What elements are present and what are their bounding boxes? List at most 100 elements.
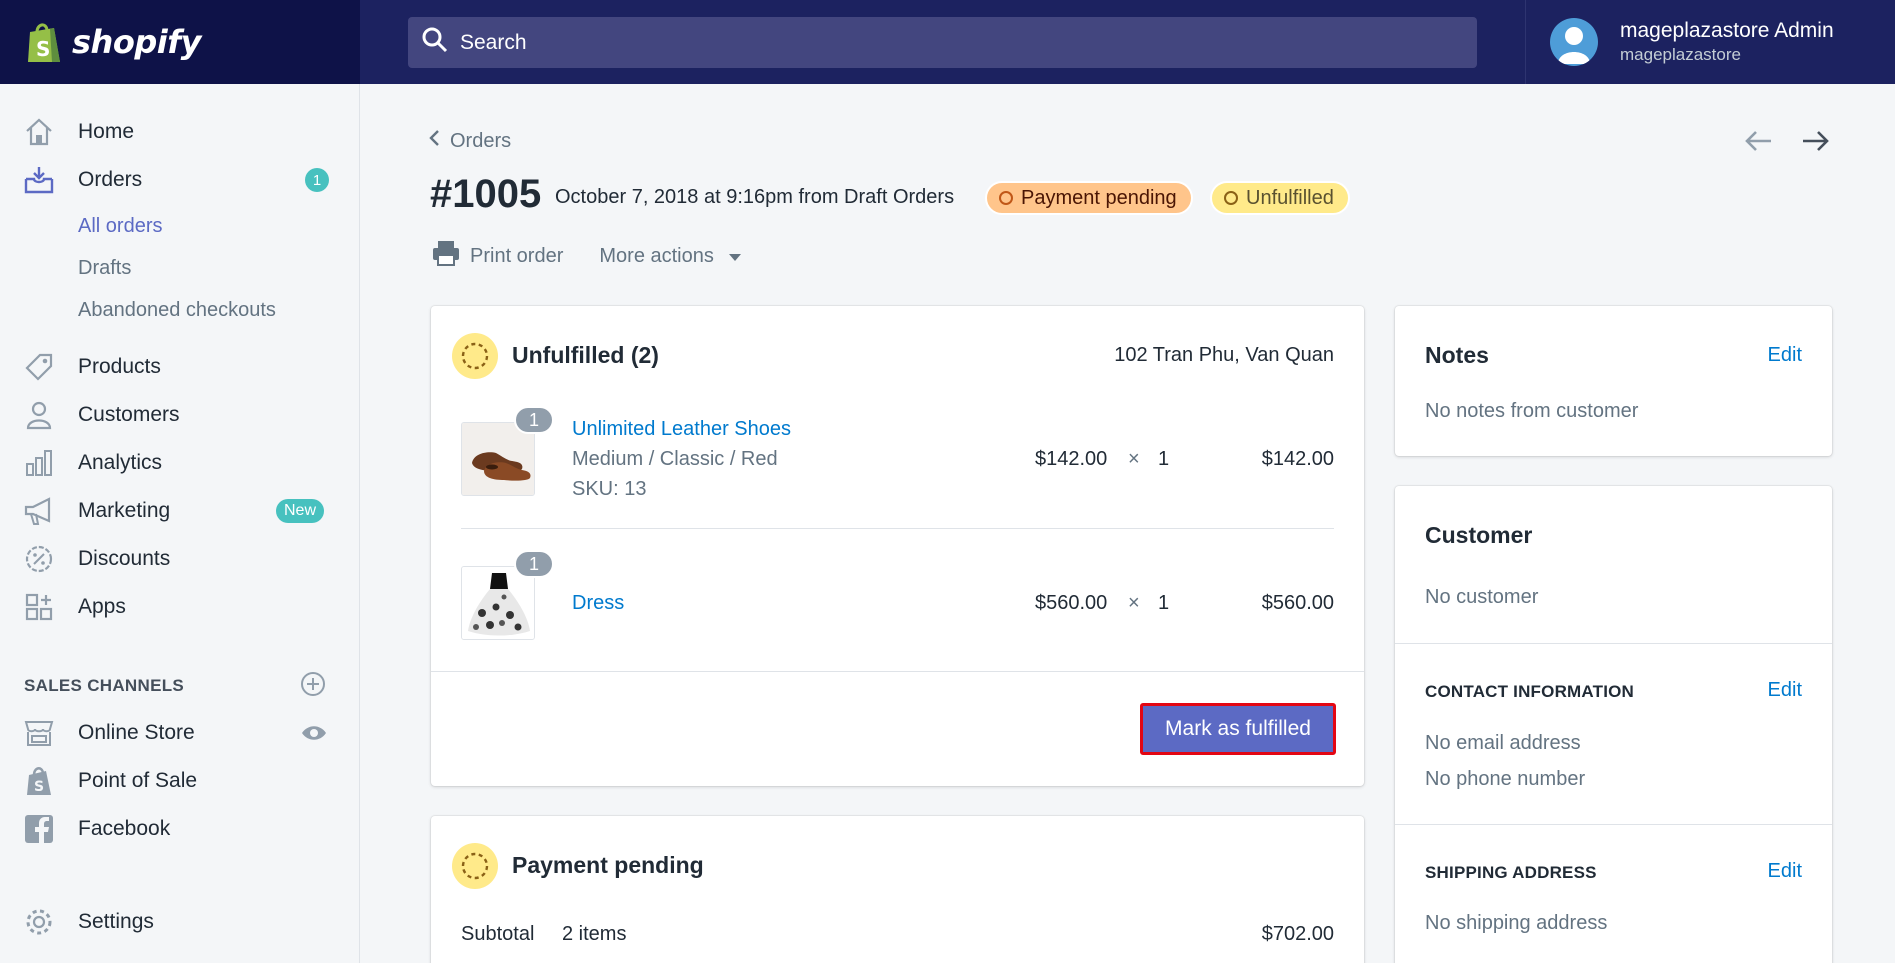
shopify-bag-icon: S (24, 20, 64, 64)
quantity-badge: 1 (514, 550, 554, 578)
sidebar-item-discounts[interactable]: Discounts (0, 539, 360, 579)
sidebar-item-home[interactable]: Home (0, 112, 360, 152)
sidebar-subitem-drafts[interactable]: Drafts (0, 248, 360, 288)
sidebar-item-label: Orders (78, 168, 143, 191)
payment-status-label: Payment pending (1021, 186, 1177, 209)
fulfillment-address: 102 Tran Phu, Van Quan (1114, 344, 1334, 366)
notes-edit-link[interactable]: Edit (1768, 344, 1802, 367)
payment-title: Payment pending (512, 852, 704, 878)
sidebar-subitem-all-orders[interactable]: All orders (0, 206, 360, 246)
customer-title: Customer (1425, 522, 1533, 548)
sidebar-item-marketing[interactable]: Marketing New (0, 491, 360, 531)
item-name-link[interactable]: Dress (572, 592, 624, 615)
card-section-divider (431, 671, 1364, 672)
add-channel-icon[interactable] (300, 671, 326, 702)
store-icon (22, 716, 56, 750)
item-divider (461, 528, 1334, 529)
megaphone-icon (22, 494, 56, 528)
quantity-badge: 1 (514, 406, 554, 434)
sidebar-item-label: Marketing (78, 499, 171, 522)
breadcrumb-orders: Orders (450, 129, 512, 152)
sidebar-item-label: Facebook (78, 817, 171, 840)
more-actions-dropdown[interactable]: More actions (599, 245, 742, 268)
sidebar-subitem-abandoned-checkouts[interactable]: Abandoned checkouts (0, 290, 360, 330)
unfulfilled-title: Unfulfilled (2) (512, 342, 659, 368)
sidebar-item-apps[interactable]: Apps (0, 587, 360, 627)
times-sign: × (1128, 592, 1140, 614)
times-sign: × (1128, 448, 1140, 470)
order-pagination (1744, 128, 1830, 159)
notes-text: No notes from customer (1425, 400, 1639, 422)
print-order-button[interactable]: Print order (432, 240, 563, 272)
avatar (1550, 18, 1598, 66)
top-bar: S shopify Search mageplazastore Admin ma… (0, 0, 1895, 84)
eye-icon[interactable] (300, 721, 328, 750)
contact-edit-link[interactable]: Edit (1768, 679, 1802, 702)
user-store: mageplazastore (1620, 45, 1741, 64)
customer-text: No customer (1425, 586, 1539, 608)
user-menu[interactable]: mageplazastore Admin mageplazastore (1525, 0, 1895, 84)
status-dot-icon (1224, 191, 1238, 205)
breadcrumb[interactable]: Orders (428, 128, 511, 154)
sidebar-item-label: Analytics (78, 451, 163, 474)
sidebar-item-label: Home (78, 120, 135, 143)
sidebar-item-label: Apps (78, 595, 126, 618)
gear-icon (22, 905, 56, 939)
sidebar-channel-facebook[interactable]: Facebook (0, 809, 360, 849)
subtotal-label: Subtotal (461, 923, 535, 945)
sidebar-channel-point-of-sale[interactable]: S Point of Sale (0, 761, 360, 801)
more-actions-label: More actions (599, 244, 714, 267)
orders-count-badge: 1 (305, 168, 329, 192)
brand-name: shopify (72, 23, 201, 61)
page-title: #1005 (430, 172, 542, 216)
shipping-edit-link[interactable]: Edit (1768, 860, 1802, 883)
fulfillment-status-label: Unfulfilled (1246, 186, 1334, 209)
shipping-text: No shipping address (1425, 912, 1608, 934)
svg-text:S: S (36, 37, 50, 61)
status-dot-icon (999, 191, 1013, 205)
sidebar-item-orders[interactable]: Orders 1 (0, 160, 360, 200)
item-total: $560.00 (1261, 592, 1334, 614)
contact-email: No email address (1425, 732, 1581, 754)
sidebar-item-products[interactable]: Products (0, 347, 360, 387)
caret-down-icon (728, 245, 742, 268)
customer-card: Customer No customer CONTACT INFORMATION… (1395, 486, 1832, 963)
search-bar[interactable]: Search (408, 17, 1477, 68)
sidebar-subitem-label: Drafts (78, 256, 132, 279)
sales-channels-title: SALES CHANNELS (24, 676, 185, 695)
home-icon (22, 115, 56, 149)
sidebar-channel-online-store[interactable]: Online Store (0, 713, 360, 753)
item-price: $142.00 (1035, 448, 1108, 470)
mark-as-fulfilled-button[interactable]: Mark as fulfilled (1140, 703, 1336, 755)
sidebar-item-label: Discounts (78, 547, 171, 570)
order-meta: October 7, 2018 at 9:16pm from Draft Ord… (555, 186, 955, 208)
sidebar-item-analytics[interactable]: Analytics (0, 443, 360, 483)
sidebar-item-label: Customers (78, 403, 180, 426)
item-price: $560.00 (1035, 592, 1108, 614)
bar-chart-icon (22, 446, 56, 480)
sidebar-item-settings[interactable]: Settings (0, 902, 360, 942)
unfulfilled-status-icon (452, 333, 498, 379)
sidebar-subitem-label: Abandoned checkouts (78, 298, 276, 321)
sidebar-item-customers[interactable]: Customers (0, 395, 360, 435)
sidebar-item-label: Point of Sale (78, 769, 198, 792)
shipping-address-title: SHIPPING ADDRESS (1425, 863, 1597, 882)
item-qty: 1 (1158, 448, 1170, 470)
shopify-logo[interactable]: S shopify (0, 0, 360, 84)
arrow-left-icon[interactable] (1744, 128, 1774, 159)
payment-card: Payment pending Subtotal 2 items $702.00 (431, 816, 1364, 963)
arrow-right-icon[interactable] (1800, 128, 1830, 159)
fulfillment-status-badge: Unfulfilled (1210, 181, 1350, 215)
order-actions: Print order More actions (432, 240, 742, 272)
sidebar-item-label: Settings (78, 910, 154, 933)
item-qty: 1 (1158, 592, 1170, 614)
contact-phone: No phone number (1425, 768, 1586, 790)
payment-status-badge: Payment pending (985, 181, 1193, 215)
customer-divider (1395, 643, 1832, 644)
item-name-link[interactable]: Unlimited Leather Shoes (572, 418, 791, 441)
notes-card: Notes Edit No notes from customer (1395, 306, 1832, 456)
new-badge: New (276, 499, 325, 523)
tag-icon (22, 350, 56, 384)
sidebar: Home Orders 1 All orders Drafts Abandone… (0, 84, 360, 963)
orders-icon (22, 163, 56, 197)
